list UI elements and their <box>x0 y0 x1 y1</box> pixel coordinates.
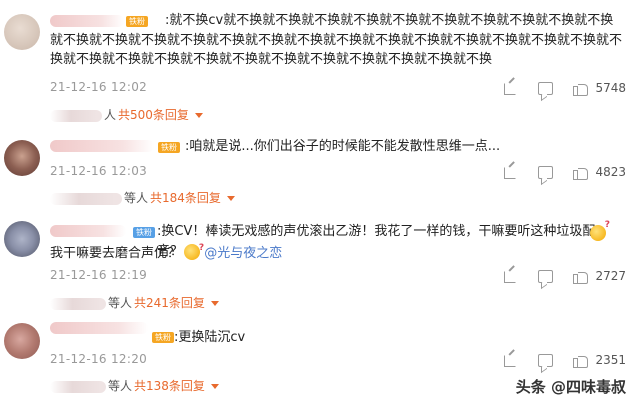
comment-text: :咱就是说...你们出谷子的时候能不能发散性思维一点... <box>185 139 501 154</box>
caret-down-icon[interactable] <box>210 384 219 389</box>
reply-suffix: 人 <box>104 108 117 122</box>
reply-count[interactable]: 共241条回复 <box>134 296 205 310</box>
comment-text-cont: 我干嘛要去磨合声优？ <box>50 246 181 261</box>
reply-suffix: 等人 <box>124 191 149 205</box>
like-count: 5748 <box>595 81 626 95</box>
comment-meta: 21-12-16 12:03 4823 <box>50 163 626 181</box>
fan-badge: 铁粉 <box>158 142 180 153</box>
reply-suffix: 等人 <box>108 379 133 393</box>
share-icon[interactable] <box>502 352 518 368</box>
like-icon[interactable] <box>573 269 589 284</box>
comment-icon[interactable] <box>538 166 554 179</box>
like-icon[interactable] <box>573 353 589 368</box>
username-blurred[interactable] <box>50 140 154 152</box>
fan-badge: 铁粉 <box>133 227 155 238</box>
comment-icon[interactable] <box>538 270 554 283</box>
comment-meta: 21-12-16 12:02 5748 <box>50 79 626 97</box>
comment-meta: 21-12-16 12:20 2351 <box>50 351 626 369</box>
avatar[interactable] <box>4 14 40 50</box>
reply-users-blurred <box>50 380 106 393</box>
mention-link[interactable]: @光与夜之恋 <box>204 246 282 261</box>
reply-suffix: 等人 <box>108 296 133 310</box>
reply-users-blurred <box>50 192 122 205</box>
comment-time: 21-12-16 12:20 <box>50 352 148 366</box>
comment-time: 21-12-16 12:02 <box>50 80 148 94</box>
reply-count[interactable]: 共184条回复 <box>150 191 221 205</box>
comment-text-line2: 我干嘛要去磨合声优？ @光与夜之恋 <box>50 239 622 264</box>
comment-time: 21-12-16 12:19 <box>50 268 148 282</box>
watermark: 头条 @四味毒叔 <box>515 378 626 396</box>
comment-text: :就不换cv就不换就不换就不换就不换就不换就不换就不换就不换就不换就不换就不换就… <box>50 13 623 67</box>
like-icon[interactable] <box>573 81 589 96</box>
comment-actions: 2351 <box>482 351 626 369</box>
like-count: 2727 <box>595 269 626 283</box>
confused-emoji-icon <box>590 220 610 241</box>
like-count: 2351 <box>595 353 626 367</box>
comment-actions: 2727 <box>482 267 626 285</box>
comment-icon[interactable] <box>538 354 554 367</box>
caret-down-icon[interactable] <box>194 113 203 118</box>
reply-summary[interactable]: 人共500条回复 <box>50 106 203 124</box>
share-icon[interactable] <box>502 164 518 180</box>
username-blurred[interactable] <box>50 322 148 334</box>
reply-summary[interactable]: 等人 共184条回复 <box>50 189 235 207</box>
reply-count[interactable]: 共138条回复 <box>134 379 205 393</box>
comment-icon[interactable] <box>538 82 554 95</box>
avatar[interactable] <box>4 323 40 359</box>
username-blurred[interactable] <box>50 225 126 237</box>
thinking-emoji-icon <box>184 239 204 260</box>
avatar[interactable] <box>4 221 40 257</box>
share-icon[interactable] <box>502 268 518 284</box>
comment-meta: 21-12-16 12:19 2727 <box>50 267 626 285</box>
avatar[interactable] <box>4 140 40 176</box>
reply-count[interactable]: 共500条回复 <box>118 108 189 122</box>
like-icon[interactable] <box>573 165 589 180</box>
comment-actions: 5748 <box>482 79 626 97</box>
caret-down-icon[interactable] <box>226 196 235 201</box>
share-icon[interactable] <box>502 80 518 96</box>
reply-users-blurred <box>50 109 102 122</box>
comment-actions: 4823 <box>482 163 626 181</box>
comment-time: 21-12-16 12:03 <box>50 164 148 178</box>
reply-summary[interactable]: 等人 共241条回复 <box>50 294 219 312</box>
like-count: 4823 <box>595 165 626 179</box>
fan-badge: 铁粉 <box>152 332 174 343</box>
reply-summary[interactable]: 等人 共138条回复 <box>50 377 219 395</box>
caret-down-icon[interactable] <box>210 301 219 306</box>
comment-text: :更换陆沉cv <box>174 330 246 345</box>
reply-users-blurred <box>50 297 106 310</box>
